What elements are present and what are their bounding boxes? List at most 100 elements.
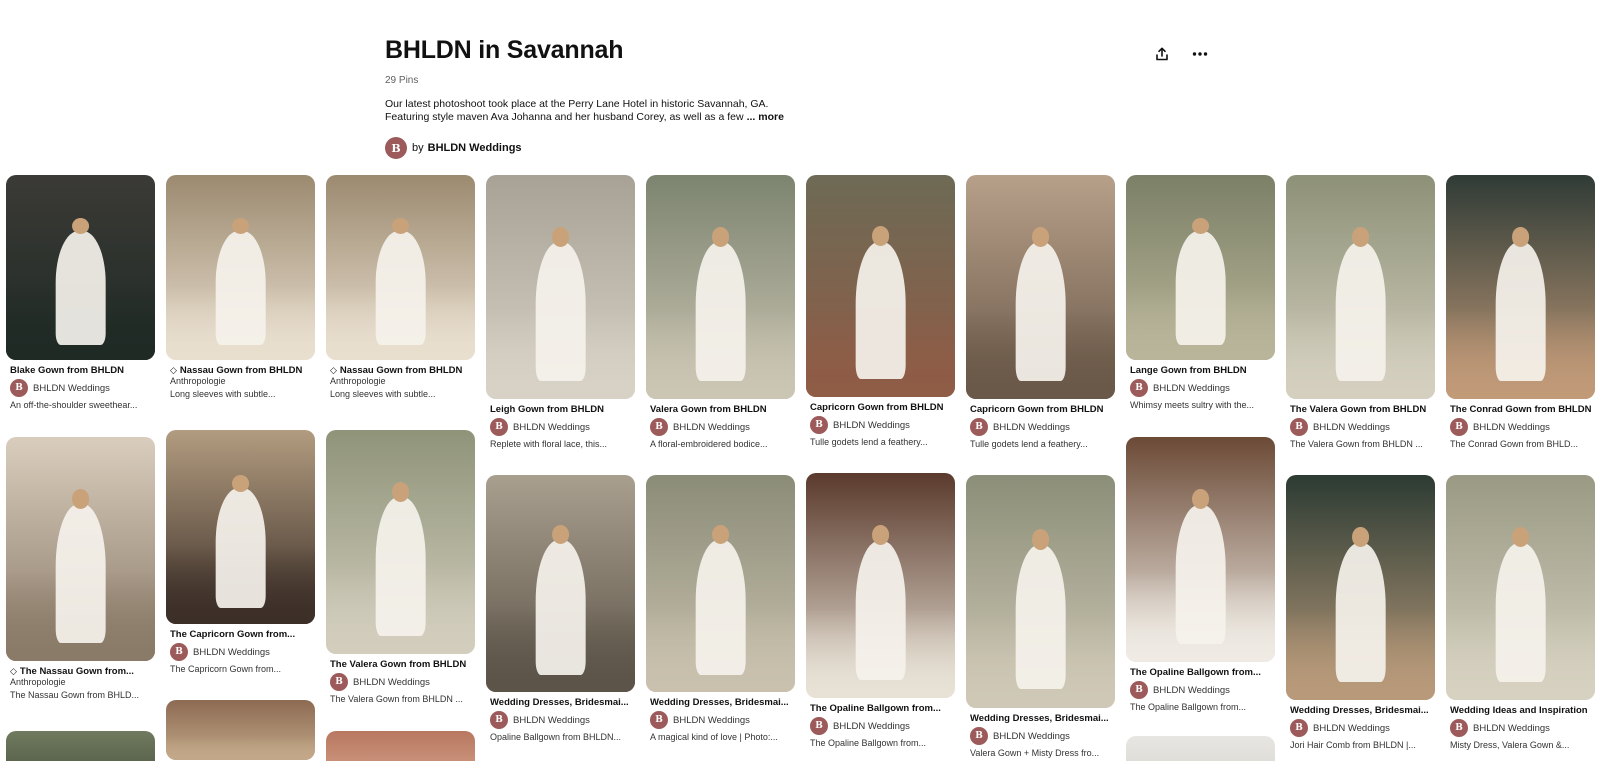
pin-author-name[interactable]: BHLDN Weddings	[353, 677, 430, 688]
pin-card[interactable]: ◇ Nassau Gown from BHLDN Anthropologie Long…	[326, 175, 475, 399]
pin-author-name[interactable]: BHLDN Weddings	[513, 715, 590, 726]
pin-author[interactable]: B BHLDN Weddings	[486, 711, 635, 729]
pin-card[interactable]: The Valera Gown from BHLDN B BHLDN Wedding…	[1286, 175, 1435, 449]
pin-card[interactable]: ◇ Nassau Gown from BHLDN Anthropologie Long…	[166, 175, 315, 399]
avatar[interactable]: B	[650, 418, 668, 436]
pin-author-name[interactable]: BHLDN Weddings	[1313, 422, 1390, 433]
pin-image[interactable]	[326, 731, 475, 761]
pin-author-name[interactable]: BHLDN Weddings	[1153, 685, 1230, 696]
pin-card[interactable]: Wedding Dresses, Bridesmai... B BHLDN Wedd…	[646, 475, 795, 742]
pin-source[interactable]: Anthropologie	[326, 376, 475, 386]
pin-image[interactable]	[1446, 475, 1595, 700]
pin-image[interactable]	[966, 175, 1115, 399]
avatar[interactable]: B	[1450, 418, 1468, 436]
pin-title-text[interactable]: Capricorn Gown from BHLDN	[810, 402, 944, 413]
avatar[interactable]: B	[170, 643, 188, 661]
pin-title-text[interactable]: Wedding Ideas and Inspiration	[1450, 705, 1588, 716]
pin-card[interactable]: The Valera Gown from BHLDN B BHLDN Wedding…	[326, 430, 475, 704]
pin-title-text[interactable]: The Capricorn Gown from...	[170, 629, 295, 640]
pin-card[interactable]: Wedding Dresses, Bridesmai... B BHLDN Wedd…	[966, 475, 1115, 758]
pin-image[interactable]	[806, 175, 955, 397]
pin-title[interactable]: The Opaline Ballgown from...	[806, 703, 955, 714]
pin-author[interactable]: B BHLDN Weddings	[326, 673, 475, 691]
pin-image[interactable]	[1126, 175, 1275, 360]
pin-title[interactable]: Leigh Gown from BHLDN	[486, 404, 635, 415]
pin-source[interactable]: Anthropologie	[166, 376, 315, 386]
pin-card[interactable]: Lange Gown from BHLDN B BHLDN Weddings Whim…	[1126, 175, 1275, 410]
pin-title-text[interactable]: The Conrad Gown from BHLDN	[1450, 404, 1591, 415]
pin-image[interactable]	[966, 475, 1115, 708]
pin-title[interactable]: Wedding Dresses, Bridesmai...	[966, 713, 1115, 724]
pin-title[interactable]: The Valera Gown from BHLDN	[1286, 404, 1435, 415]
pin-title-text[interactable]: Nassau Gown from BHLDN	[180, 365, 302, 376]
pin-author[interactable]: B BHLDN Weddings	[1286, 418, 1435, 436]
pin-image[interactable]	[806, 473, 955, 698]
avatar[interactable]: B	[650, 711, 668, 729]
pin-author[interactable]: B BHLDN Weddings	[1126, 379, 1275, 397]
pin-title[interactable]: Lange Gown from BHLDN	[1126, 365, 1275, 376]
pin-image[interactable]	[486, 175, 635, 399]
pin-author-name[interactable]: BHLDN Weddings	[1473, 723, 1550, 734]
pin-title-text[interactable]: The Valera Gown from BHLDN	[330, 659, 466, 670]
pin-title[interactable]: Wedding Dresses, Bridesmai...	[486, 697, 635, 708]
avatar[interactable]: B	[10, 379, 28, 397]
avatar[interactable]: B	[810, 416, 828, 434]
avatar[interactable]: B	[970, 418, 988, 436]
pin-title-text[interactable]: The Opaline Ballgown from...	[1130, 667, 1261, 678]
pin-title-text[interactable]: The Nassau Gown from...	[20, 666, 134, 677]
pin-card[interactable]: Blake Gown from BHLDN B BHLDN Weddings An o…	[6, 175, 155, 410]
pin-author[interactable]: B BHLDN Weddings	[1446, 719, 1595, 737]
pin-author-name[interactable]: BHLDN Weddings	[193, 647, 270, 658]
pin-image[interactable]	[166, 175, 315, 360]
pin-title-text[interactable]: Leigh Gown from BHLDN	[490, 404, 604, 415]
pin-image[interactable]	[166, 700, 315, 760]
pin-title-text[interactable]: The Opaline Ballgown from...	[810, 703, 941, 714]
pin-title[interactable]: The Valera Gown from BHLDN	[326, 659, 475, 670]
avatar[interactable]: B	[970, 727, 988, 745]
pin-title-text[interactable]: Wedding Dresses, Bridesmai...	[970, 713, 1109, 724]
pin-card[interactable]: The Opaline Ballgown from... B BHLDN Weddi…	[1126, 437, 1275, 712]
pin-title[interactable]: The Capricorn Gown from...	[166, 629, 315, 640]
pin-author[interactable]: B BHLDN Weddings	[806, 717, 955, 735]
avatar[interactable]: B	[1130, 379, 1148, 397]
avatar[interactable]: B	[1290, 418, 1308, 436]
pin-image[interactable]	[6, 731, 155, 761]
pin-card[interactable]: The Opaline Ballgown from... B BHLDN Weddi…	[806, 473, 955, 748]
pin-card[interactable]: ◇ The Nassau Gown from... Anthropologie The…	[6, 437, 155, 700]
pin-author-name[interactable]: BHLDN Weddings	[673, 715, 750, 726]
pin-author-name[interactable]: BHLDN Weddings	[673, 422, 750, 433]
pin-title-text[interactable]: Lange Gown from BHLDN	[1130, 365, 1247, 376]
pin-title[interactable]: The Opaline Ballgown from...	[1126, 667, 1275, 678]
pin-image[interactable]	[166, 430, 315, 624]
share-button[interactable]	[1150, 42, 1174, 66]
pin-image[interactable]	[646, 175, 795, 399]
pin-author[interactable]: B BHLDN Weddings	[166, 643, 315, 661]
pin-image[interactable]	[1126, 437, 1275, 662]
pin-image[interactable]	[6, 175, 155, 360]
pin-card[interactable]: Wedding Dresses, Bridesmai... B BHLDN Wedd…	[1286, 475, 1435, 750]
avatar[interactable]: B	[330, 673, 348, 691]
pin-card[interactable]: Capricorn Gown from BHLDN B BHLDN Weddings…	[806, 175, 955, 447]
pin-image[interactable]	[646, 475, 795, 692]
pin-title[interactable]: ◇ Nassau Gown from BHLDN	[326, 365, 475, 376]
avatar[interactable]: B	[385, 137, 407, 159]
pin-image[interactable]	[6, 437, 155, 661]
pin-author[interactable]: B BHLDN Weddings	[1446, 418, 1595, 436]
pin-title[interactable]: Wedding Ideas and Inspiration	[1446, 705, 1595, 716]
pin-author[interactable]: B BHLDN Weddings	[486, 418, 635, 436]
pin-image[interactable]	[486, 475, 635, 692]
pin-title[interactable]: The Conrad Gown from BHLDN	[1446, 404, 1595, 415]
pin-title[interactable]: ◇ Nassau Gown from BHLDN	[166, 365, 315, 376]
pin-title-text[interactable]: Valera Gown from BHLDN	[650, 404, 767, 415]
pin-card[interactable]	[166, 700, 315, 760]
pin-author-name[interactable]: BHLDN Weddings	[833, 721, 910, 732]
pin-title-text[interactable]: Wedding Dresses, Bridesmai...	[1290, 705, 1429, 716]
more-options-button[interactable]	[1188, 42, 1212, 66]
pin-author[interactable]: B BHLDN Weddings	[966, 727, 1115, 745]
more-link[interactable]: ... more	[747, 111, 784, 123]
pin-title-text[interactable]: Capricorn Gown from BHLDN	[970, 404, 1104, 415]
pin-author[interactable]: B BHLDN Weddings	[1126, 681, 1275, 699]
pin-title-text[interactable]: Nassau Gown from BHLDN	[340, 365, 462, 376]
pin-card[interactable]: The Capricorn Gown from... B BHLDN Wedding…	[166, 430, 315, 674]
pin-author-name[interactable]: BHLDN Weddings	[833, 420, 910, 431]
